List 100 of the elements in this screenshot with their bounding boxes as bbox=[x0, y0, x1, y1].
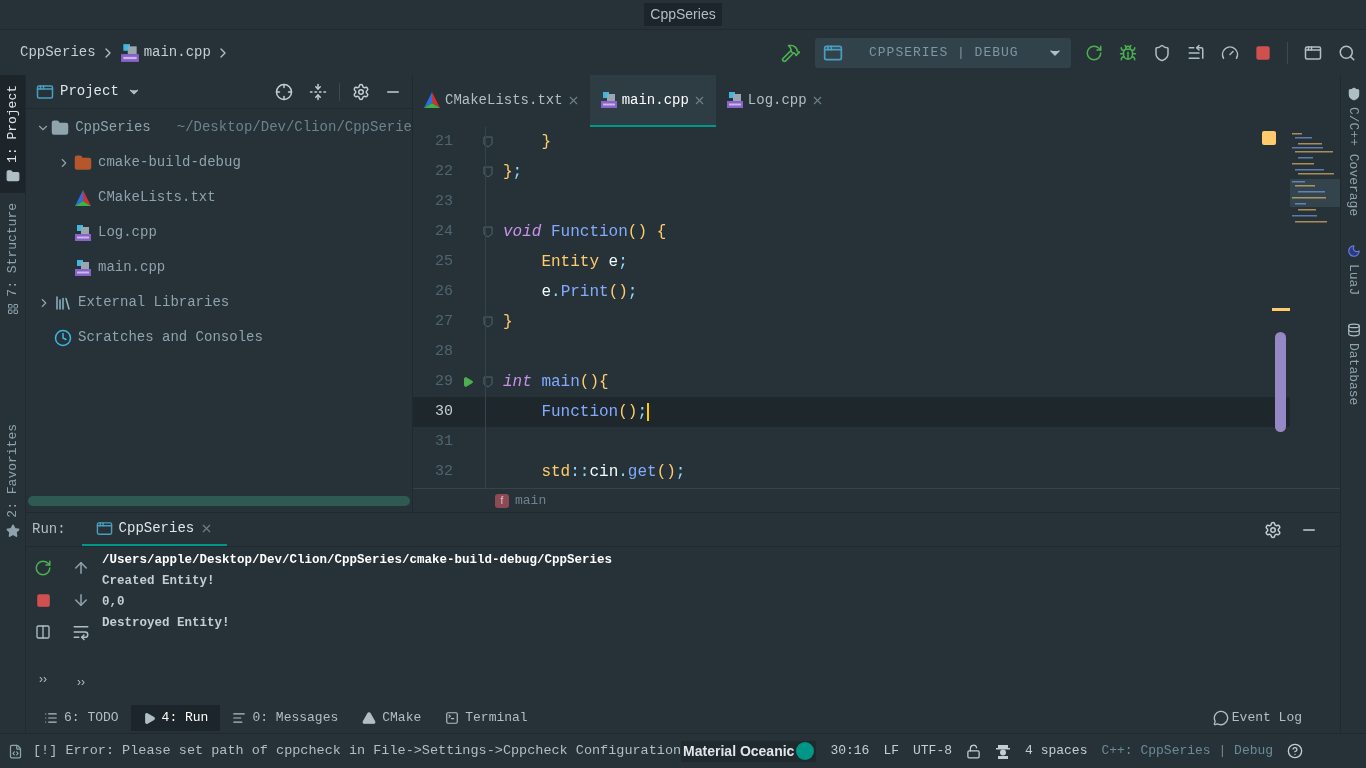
folder-icon bbox=[51, 118, 70, 137]
tool-window-tab[interactable]: Terminal bbox=[433, 705, 540, 731]
window-icon[interactable] bbox=[1304, 43, 1322, 62]
terminal-icon bbox=[445, 711, 460, 725]
vertical-scrollbar[interactable] bbox=[1275, 332, 1286, 432]
scratch-clock-icon bbox=[54, 328, 72, 347]
line-number: 26 bbox=[434, 281, 453, 302]
caret-position[interactable]: 30:16 bbox=[830, 741, 870, 761]
layout-icon[interactable] bbox=[35, 624, 51, 640]
line-separator[interactable]: LF bbox=[883, 741, 899, 761]
side-tab[interactable]: 2: Favorites bbox=[0, 414, 25, 548]
tree-item-label[interactable]: cmake-build-debug bbox=[98, 152, 241, 173]
moon-icon bbox=[1346, 244, 1361, 259]
side-tab[interactable]: LuaJ bbox=[1343, 234, 1364, 306]
code-line: e.Print(); bbox=[540, 282, 638, 303]
settings-icon[interactable] bbox=[352, 82, 370, 101]
breadcrumb[interactable]: main.cpp bbox=[143, 42, 211, 63]
status-message[interactable]: [!] Error: Please set path of cppcheck in File->Settings->Cppcheck Configuration bbox=[33, 740, 682, 762]
file-encoding[interactable]: UTF-8 bbox=[913, 741, 953, 761]
rerun-icon[interactable] bbox=[34, 559, 52, 577]
chat-bubble-icon bbox=[1212, 710, 1229, 726]
panel-title: Run: bbox=[31, 520, 67, 539]
inspector-figure-icon[interactable] bbox=[995, 743, 1012, 759]
line-number: 24 bbox=[434, 221, 453, 242]
cmake-icon bbox=[74, 188, 92, 207]
more-toggle[interactable]: ›› bbox=[39, 670, 47, 688]
tool-window-tab[interactable]: 4: Run bbox=[130, 705, 221, 731]
tree-item-label[interactable]: CppSeries bbox=[75, 117, 151, 138]
hammer-icon[interactable] bbox=[781, 42, 801, 63]
editor-tab[interactable]: CMakeLists.txt bbox=[413, 75, 590, 127]
more-toggle[interactable]: ›› bbox=[77, 673, 85, 691]
side-tab[interactable]: 7: Structure bbox=[0, 193, 25, 325]
triangle-icon bbox=[362, 711, 377, 725]
tree-item-label[interactable]: External Libraries bbox=[78, 292, 230, 313]
line-number: 25 bbox=[434, 251, 453, 272]
code-line: Entity e; bbox=[540, 252, 628, 273]
build-context[interactable]: C++: CppSeries | Debug bbox=[1101, 741, 1274, 761]
cmake-icon bbox=[423, 91, 441, 109]
cpp-file-icon bbox=[74, 258, 92, 277]
event-log-link[interactable]: Event Log bbox=[1231, 708, 1302, 728]
search-icon[interactable] bbox=[1338, 43, 1356, 62]
tree-item-label[interactable]: main.cpp bbox=[98, 257, 166, 278]
gauge-icon[interactable] bbox=[1221, 43, 1239, 62]
messages-icon bbox=[232, 711, 247, 725]
warning-marker-icon[interactable] bbox=[1262, 131, 1276, 145]
editor-tab[interactable]: Log.cpp bbox=[715, 75, 834, 127]
fold-marker-icon[interactable] bbox=[483, 136, 493, 148]
fold-marker-icon[interactable] bbox=[483, 226, 493, 238]
fold-marker-icon[interactable] bbox=[483, 376, 493, 388]
code-line: }; bbox=[503, 162, 523, 183]
console-line: Destroyed Entity! bbox=[102, 615, 231, 632]
indent-setting[interactable]: 4 spaces bbox=[1025, 741, 1088, 761]
run-tab[interactable]: CppSeries bbox=[81, 513, 228, 546]
tool-window-tab[interactable]: 0: Messages bbox=[220, 705, 351, 731]
fold-marker-icon[interactable] bbox=[483, 166, 493, 178]
panel-title[interactable]: Project bbox=[60, 81, 119, 102]
window-icon bbox=[95, 520, 113, 537]
fold-marker-icon[interactable] bbox=[483, 316, 493, 328]
tree-item-label[interactable]: Log.cpp bbox=[98, 222, 157, 243]
side-tab[interactable]: C/C++ Coverage bbox=[1343, 77, 1364, 227]
tool-window-tab[interactable]: 6: TODO bbox=[32, 705, 131, 731]
wrap-icon[interactable] bbox=[72, 623, 90, 641]
bug-icon[interactable] bbox=[1119, 43, 1137, 62]
tree-item-label[interactable]: CMakeLists.txt bbox=[98, 187, 216, 208]
line-number: 29 bbox=[434, 371, 453, 392]
settings-icon[interactable] bbox=[1264, 520, 1282, 539]
cpp-file-icon bbox=[119, 42, 140, 63]
line-number: 31 bbox=[434, 431, 453, 452]
collapse-icon[interactable] bbox=[309, 82, 327, 101]
editor-tab[interactable]: main.cpp bbox=[589, 75, 716, 127]
line-number: 32 bbox=[434, 461, 453, 482]
breadcrumb[interactable]: CppSeries bbox=[20, 42, 96, 63]
stop-icon[interactable] bbox=[35, 593, 51, 608]
run-gutter-icon[interactable] bbox=[462, 376, 474, 388]
cpp-file-icon bbox=[725, 91, 744, 109]
tree-item-label[interactable]: Scratches and Consoles bbox=[78, 327, 263, 348]
code-line: } bbox=[503, 312, 513, 333]
stop-icon[interactable] bbox=[1255, 44, 1271, 61]
side-tab[interactable]: 1: Project bbox=[0, 75, 25, 193]
code-line: Function(); bbox=[540, 401, 650, 423]
window-title: CppSeries bbox=[644, 3, 722, 26]
code-line: int main(){ bbox=[503, 372, 609, 393]
line-number: 30 bbox=[434, 401, 453, 422]
side-tab[interactable]: Database bbox=[1343, 313, 1364, 416]
theme-indicator[interactable]: Material Oceanic bbox=[681, 740, 817, 762]
tool-window-tab[interactable]: CMake bbox=[350, 705, 434, 731]
code-line: } bbox=[540, 132, 551, 153]
rerun-icon[interactable] bbox=[1085, 43, 1103, 62]
help-icon[interactable] bbox=[1287, 743, 1304, 759]
line-number: 28 bbox=[434, 341, 453, 362]
horizontal-scrollbar[interactable] bbox=[28, 496, 410, 506]
tree-item-path: ~/Desktop/Dev/Clion/CppSerie bbox=[176, 118, 412, 137]
star-icon bbox=[5, 524, 20, 538]
arrow-down-icon[interactable] bbox=[72, 591, 90, 609]
play-icon bbox=[142, 711, 156, 725]
unlock-icon[interactable] bbox=[966, 743, 982, 759]
scope-badge: f bbox=[495, 493, 509, 508]
folder-icon bbox=[5, 169, 20, 183]
locate-icon[interactable] bbox=[275, 82, 293, 101]
shield-icon[interactable] bbox=[1153, 43, 1171, 62]
